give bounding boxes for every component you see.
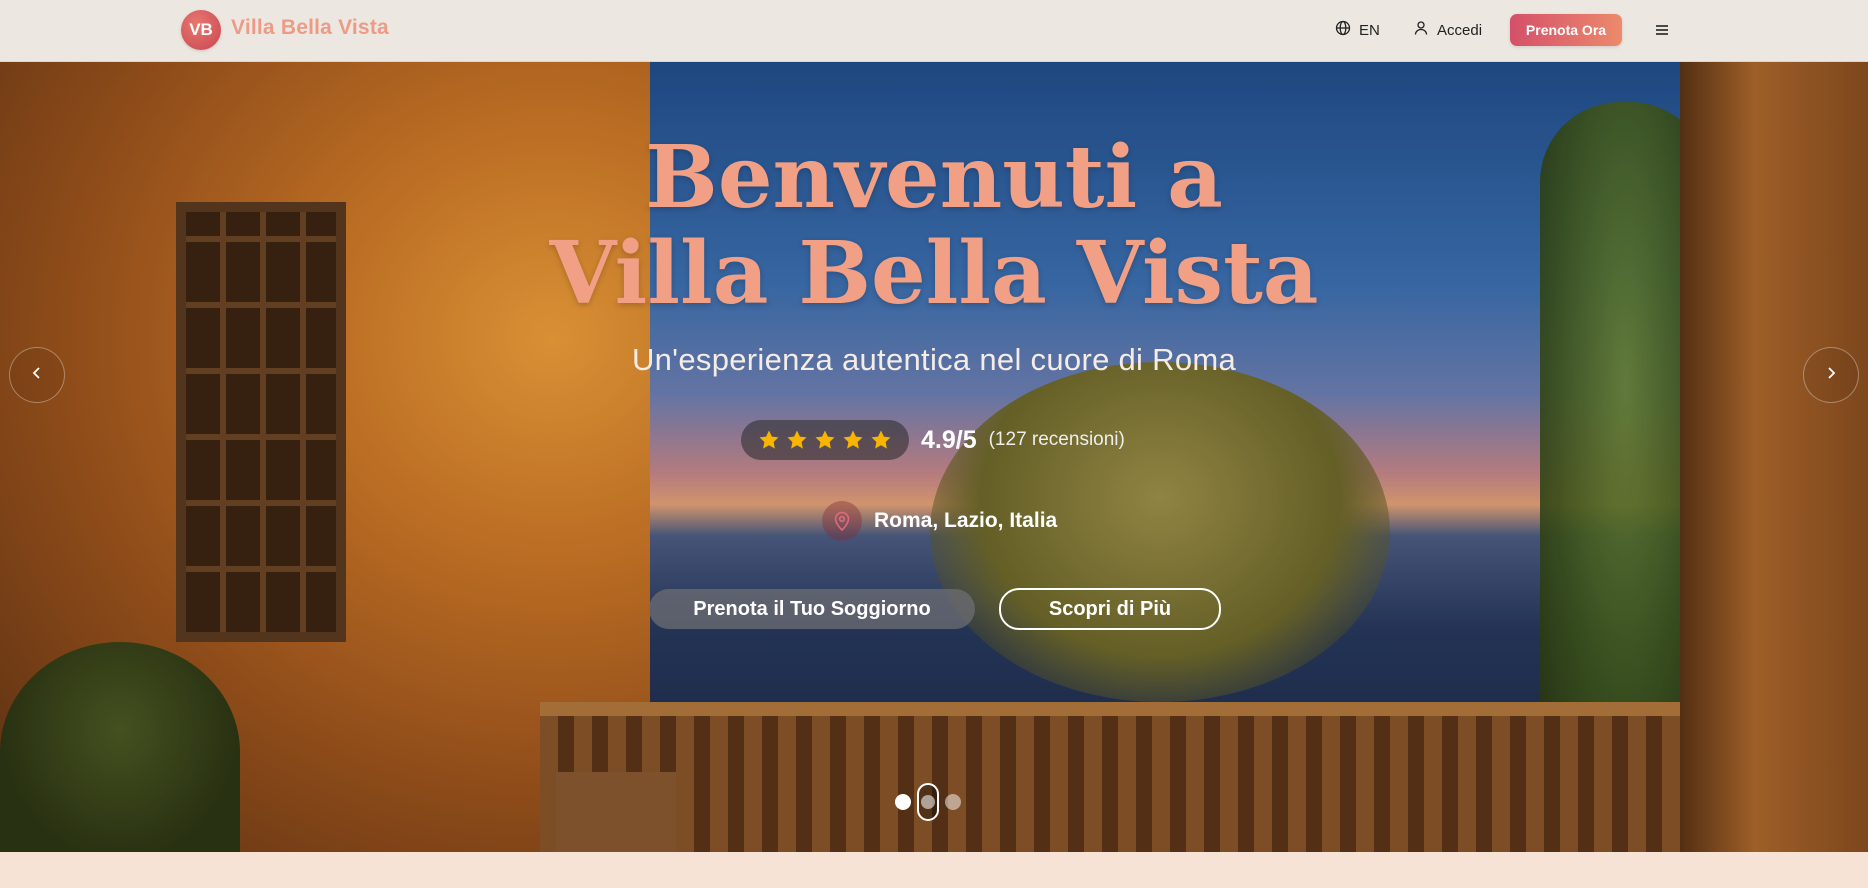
carousel-next-button[interactable] (1803, 347, 1859, 403)
location: Roma, Lazio, Italia (822, 500, 1057, 542)
language-label: EN (1359, 21, 1380, 39)
user-icon (1413, 20, 1429, 40)
logo-badge[interactable]: VB (181, 10, 221, 50)
carousel-dot-2[interactable] (917, 783, 939, 821)
hero-title-line1: Benvenuti a (645, 127, 1223, 228)
hero-carousel: Benvenuti a Villa Bella Vista Un'esperie… (0, 62, 1868, 852)
discover-more-button[interactable]: Scopri di Più (999, 588, 1221, 630)
location-text: Roma, Lazio, Italia (874, 509, 1058, 532)
book-stay-button[interactable]: Prenota il Tuo Soggiorno (649, 589, 975, 629)
brand-name[interactable]: Villa Bella Vista (231, 16, 389, 40)
map-pin-icon (822, 501, 862, 541)
language-switcher[interactable]: EN (1335, 19, 1380, 41)
rating-score: 4.9/5 (921, 425, 977, 454)
star-icon (843, 430, 863, 449)
hero-subtitle: Un'esperienza autentica nel cuore di Rom… (631, 342, 1237, 377)
rating-summary: 4.9/5 (127 recensioni) (741, 420, 1125, 460)
hamburger-menu-icon[interactable] (1651, 18, 1673, 42)
star-icon (815, 430, 835, 449)
chevron-left-icon (31, 366, 43, 385)
carousel-dot-3[interactable] (945, 794, 961, 810)
site-header: VB Villa Bella Vista EN Accedi Prenota O… (0, 0, 1868, 62)
hero-title-line2: Villa Bella Vista (549, 223, 1319, 324)
rating-count[interactable]: (127 recensioni) (989, 429, 1125, 451)
login-link[interactable]: Accedi (1413, 19, 1482, 41)
chevron-right-icon (1825, 366, 1837, 385)
globe-icon (1335, 20, 1351, 40)
login-label: Accedi (1437, 21, 1483, 39)
star-icon (871, 430, 891, 449)
book-now-button[interactable]: Prenota Ora (1510, 14, 1622, 46)
star-icon (759, 430, 779, 449)
next-section-preview (0, 852, 1868, 888)
carousel-prev-button[interactable] (9, 347, 65, 403)
rating-stars (741, 420, 909, 460)
star-icon (787, 430, 807, 449)
carousel-dot-1[interactable] (895, 794, 911, 810)
carousel-indicators (895, 782, 961, 822)
